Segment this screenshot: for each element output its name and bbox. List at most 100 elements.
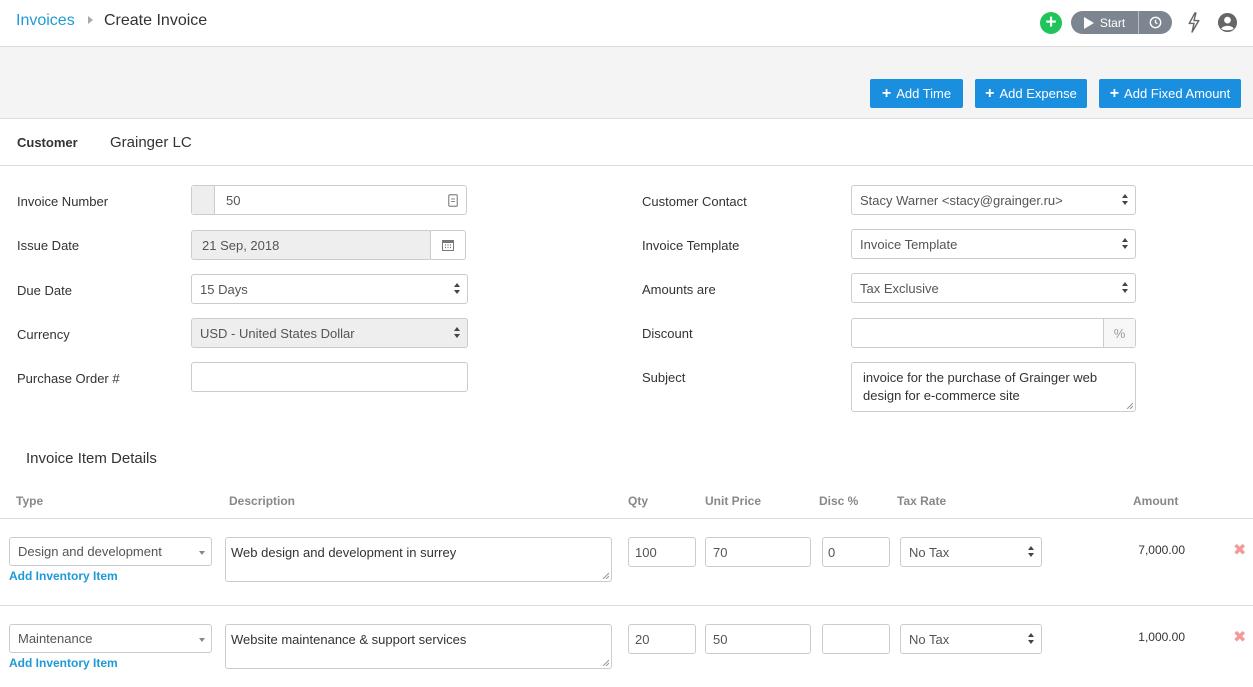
item-qty-value: 100 <box>635 544 657 560</box>
customer-label: Customer <box>17 135 78 150</box>
add-fixed-amount-button[interactable]: + Add Fixed Amount <box>1099 79 1241 108</box>
item-type-select[interactable]: Maintenance <box>9 624 212 653</box>
due-date-select[interactable]: 15 Days <box>191 274 468 304</box>
add-time-label: Add Time <box>896 86 952 101</box>
select-arrows-icon <box>1028 633 1035 646</box>
customer-contact-value: Stacy Warner <stacy@grainger.ru> <box>860 192 1063 208</box>
select-arrows-icon <box>1122 282 1129 295</box>
play-icon <box>1083 16 1094 29</box>
subject-textarea[interactable]: invoice for the purchase of Grainger web… <box>851 362 1136 412</box>
item-unit-price-value: 70 <box>713 544 728 560</box>
issue-date-label: Issue Date <box>17 238 80 253</box>
resize-grip-icon <box>602 572 609 579</box>
add-expense-button[interactable]: + Add Expense <box>975 79 1087 108</box>
due-date-label: Due Date <box>17 283 72 298</box>
bolt-icon[interactable] <box>1186 12 1202 33</box>
issue-date-field[interactable]: 21 Sep, 2018 <box>191 230 431 260</box>
invoice-template-label: Invoice Template <box>642 238 740 253</box>
chevron-down-icon <box>199 638 205 642</box>
item-disc-input[interactable] <box>822 624 890 654</box>
add-inventory-item-link[interactable]: Add Inventory Item <box>9 656 118 670</box>
item-description-textarea[interactable]: Web design and development in surrey <box>225 537 612 582</box>
select-arrows-icon <box>454 283 461 296</box>
add-time-button[interactable]: + Add Time <box>870 79 963 108</box>
resize-grip-icon <box>602 659 609 666</box>
invoice-template-select[interactable]: Invoice Template <box>851 229 1136 259</box>
discount-label: Discount <box>642 326 693 341</box>
customer-contact-select[interactable]: Stacy Warner <stacy@grainger.ru> <box>851 185 1136 215</box>
currency-label: Currency <box>17 327 70 342</box>
invoice-items-title: Invoice Item Details <box>26 450 157 467</box>
item-type-value: Maintenance <box>18 631 93 646</box>
breadcrumb-separator-icon <box>88 16 93 24</box>
breadcrumb-invoices-link[interactable]: Invoices <box>16 12 75 30</box>
invoice-number-label: Invoice Number <box>17 194 109 209</box>
select-arrows-icon <box>454 327 461 340</box>
item-description-textarea[interactable]: Website maintenance & support services <box>225 624 612 669</box>
top-bar: Invoices Create Invoice + Start <box>0 0 1253 47</box>
chevron-down-icon <box>199 551 205 555</box>
column-disc: Disc % <box>819 494 859 508</box>
item-unit-price-value: 50 <box>713 631 728 647</box>
delete-row-icon[interactable]: ✖ <box>1233 540 1246 560</box>
item-disc-input[interactable]: 0 <box>822 537 890 567</box>
add-fixed-amount-label: Add Fixed Amount <box>1124 86 1231 101</box>
customer-contact-label: Customer Contact <box>642 194 747 209</box>
discount-input[interactable]: % <box>851 318 1136 348</box>
column-qty: Qty <box>628 494 649 508</box>
subject-label: Subject <box>642 370 686 385</box>
purchase-order-label: Purchase Order # <box>17 371 120 386</box>
document-icon <box>448 194 458 207</box>
item-qty-input[interactable]: 20 <box>628 624 696 654</box>
plus-icon: + <box>881 84 892 102</box>
timer-control: Start <box>1071 11 1172 34</box>
item-tax-rate-select[interactable]: No Tax <box>900 537 1042 567</box>
item-amount: 1,000.00 <box>1138 630 1185 644</box>
issue-date-value: 21 Sep, 2018 <box>202 237 280 253</box>
item-tax-rate-select[interactable]: No Tax <box>900 624 1042 654</box>
amounts-are-label: Amounts are <box>642 282 716 297</box>
invoice-number-value: 50 <box>226 192 241 208</box>
currency-value: USD - United States Dollar <box>200 325 355 341</box>
subject-value: invoice for the purchase of Grainger web… <box>863 370 1098 403</box>
invoice-template-value: Invoice Template <box>860 236 958 252</box>
customer-row: Customer Grainger LC <box>0 119 1253 166</box>
select-arrows-icon <box>1028 546 1035 559</box>
quick-add-icon[interactable]: + <box>1040 12 1062 34</box>
item-type-value: Design and development <box>18 544 162 559</box>
table-header-divider <box>0 518 1253 519</box>
timer-start-button[interactable]: Start <box>1071 11 1138 34</box>
delete-row-icon[interactable]: ✖ <box>1233 627 1246 647</box>
add-expense-label: Add Expense <box>999 86 1077 101</box>
page-title: Create Invoice <box>104 12 208 29</box>
item-qty-input[interactable]: 100 <box>628 537 696 567</box>
clock-icon <box>1149 16 1162 29</box>
plus-icon: + <box>985 84 995 102</box>
currency-select[interactable]: USD - United States Dollar <box>191 318 468 348</box>
item-description-value: Website maintenance & support services <box>231 632 467 647</box>
item-description-value: Web design and development in surrey <box>231 545 457 560</box>
item-tax-rate-value: No Tax <box>909 631 950 647</box>
item-amount: 7,000.00 <box>1138 543 1185 557</box>
item-unit-price-input[interactable]: 70 <box>705 537 811 567</box>
select-arrows-icon <box>1122 238 1129 251</box>
purchase-order-input[interactable] <box>191 362 468 392</box>
plus-icon: + <box>1109 84 1120 102</box>
column-description: Description <box>229 494 296 508</box>
item-disc-value: 0 <box>828 544 836 560</box>
user-account-icon[interactable] <box>1217 12 1238 33</box>
item-qty-value: 20 <box>635 631 650 647</box>
item-unit-price-input[interactable]: 50 <box>705 624 811 654</box>
item-tax-rate-value: No Tax <box>909 544 950 560</box>
calendar-button[interactable] <box>430 230 466 260</box>
customer-name: Grainger LC <box>110 134 192 151</box>
add-inventory-item-link[interactable]: Add Inventory Item <box>9 569 118 583</box>
calendar-icon <box>442 240 454 251</box>
invoice-prefix-addon <box>192 186 215 214</box>
timer-history-button[interactable] <box>1138 11 1172 34</box>
amounts-are-value: Tax Exclusive <box>860 280 939 296</box>
amounts-are-select[interactable]: Tax Exclusive <box>851 273 1136 303</box>
invoice-number-field[interactable]: 50 <box>191 185 467 215</box>
item-type-select[interactable]: Design and development <box>9 537 212 566</box>
column-tax-rate: Tax Rate <box>897 494 947 508</box>
